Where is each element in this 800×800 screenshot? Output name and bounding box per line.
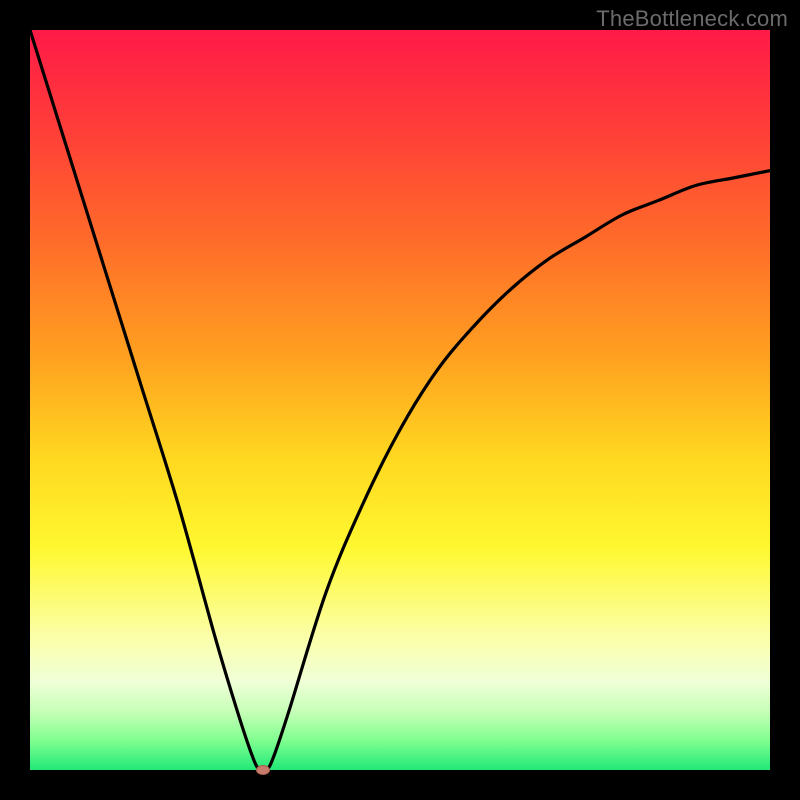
chart-frame: TheBottleneck.com bbox=[0, 0, 800, 800]
watermark-text: TheBottleneck.com bbox=[596, 6, 788, 32]
plot-area bbox=[30, 30, 770, 770]
optimum-marker bbox=[256, 765, 270, 775]
bottleneck-curve bbox=[30, 30, 770, 770]
